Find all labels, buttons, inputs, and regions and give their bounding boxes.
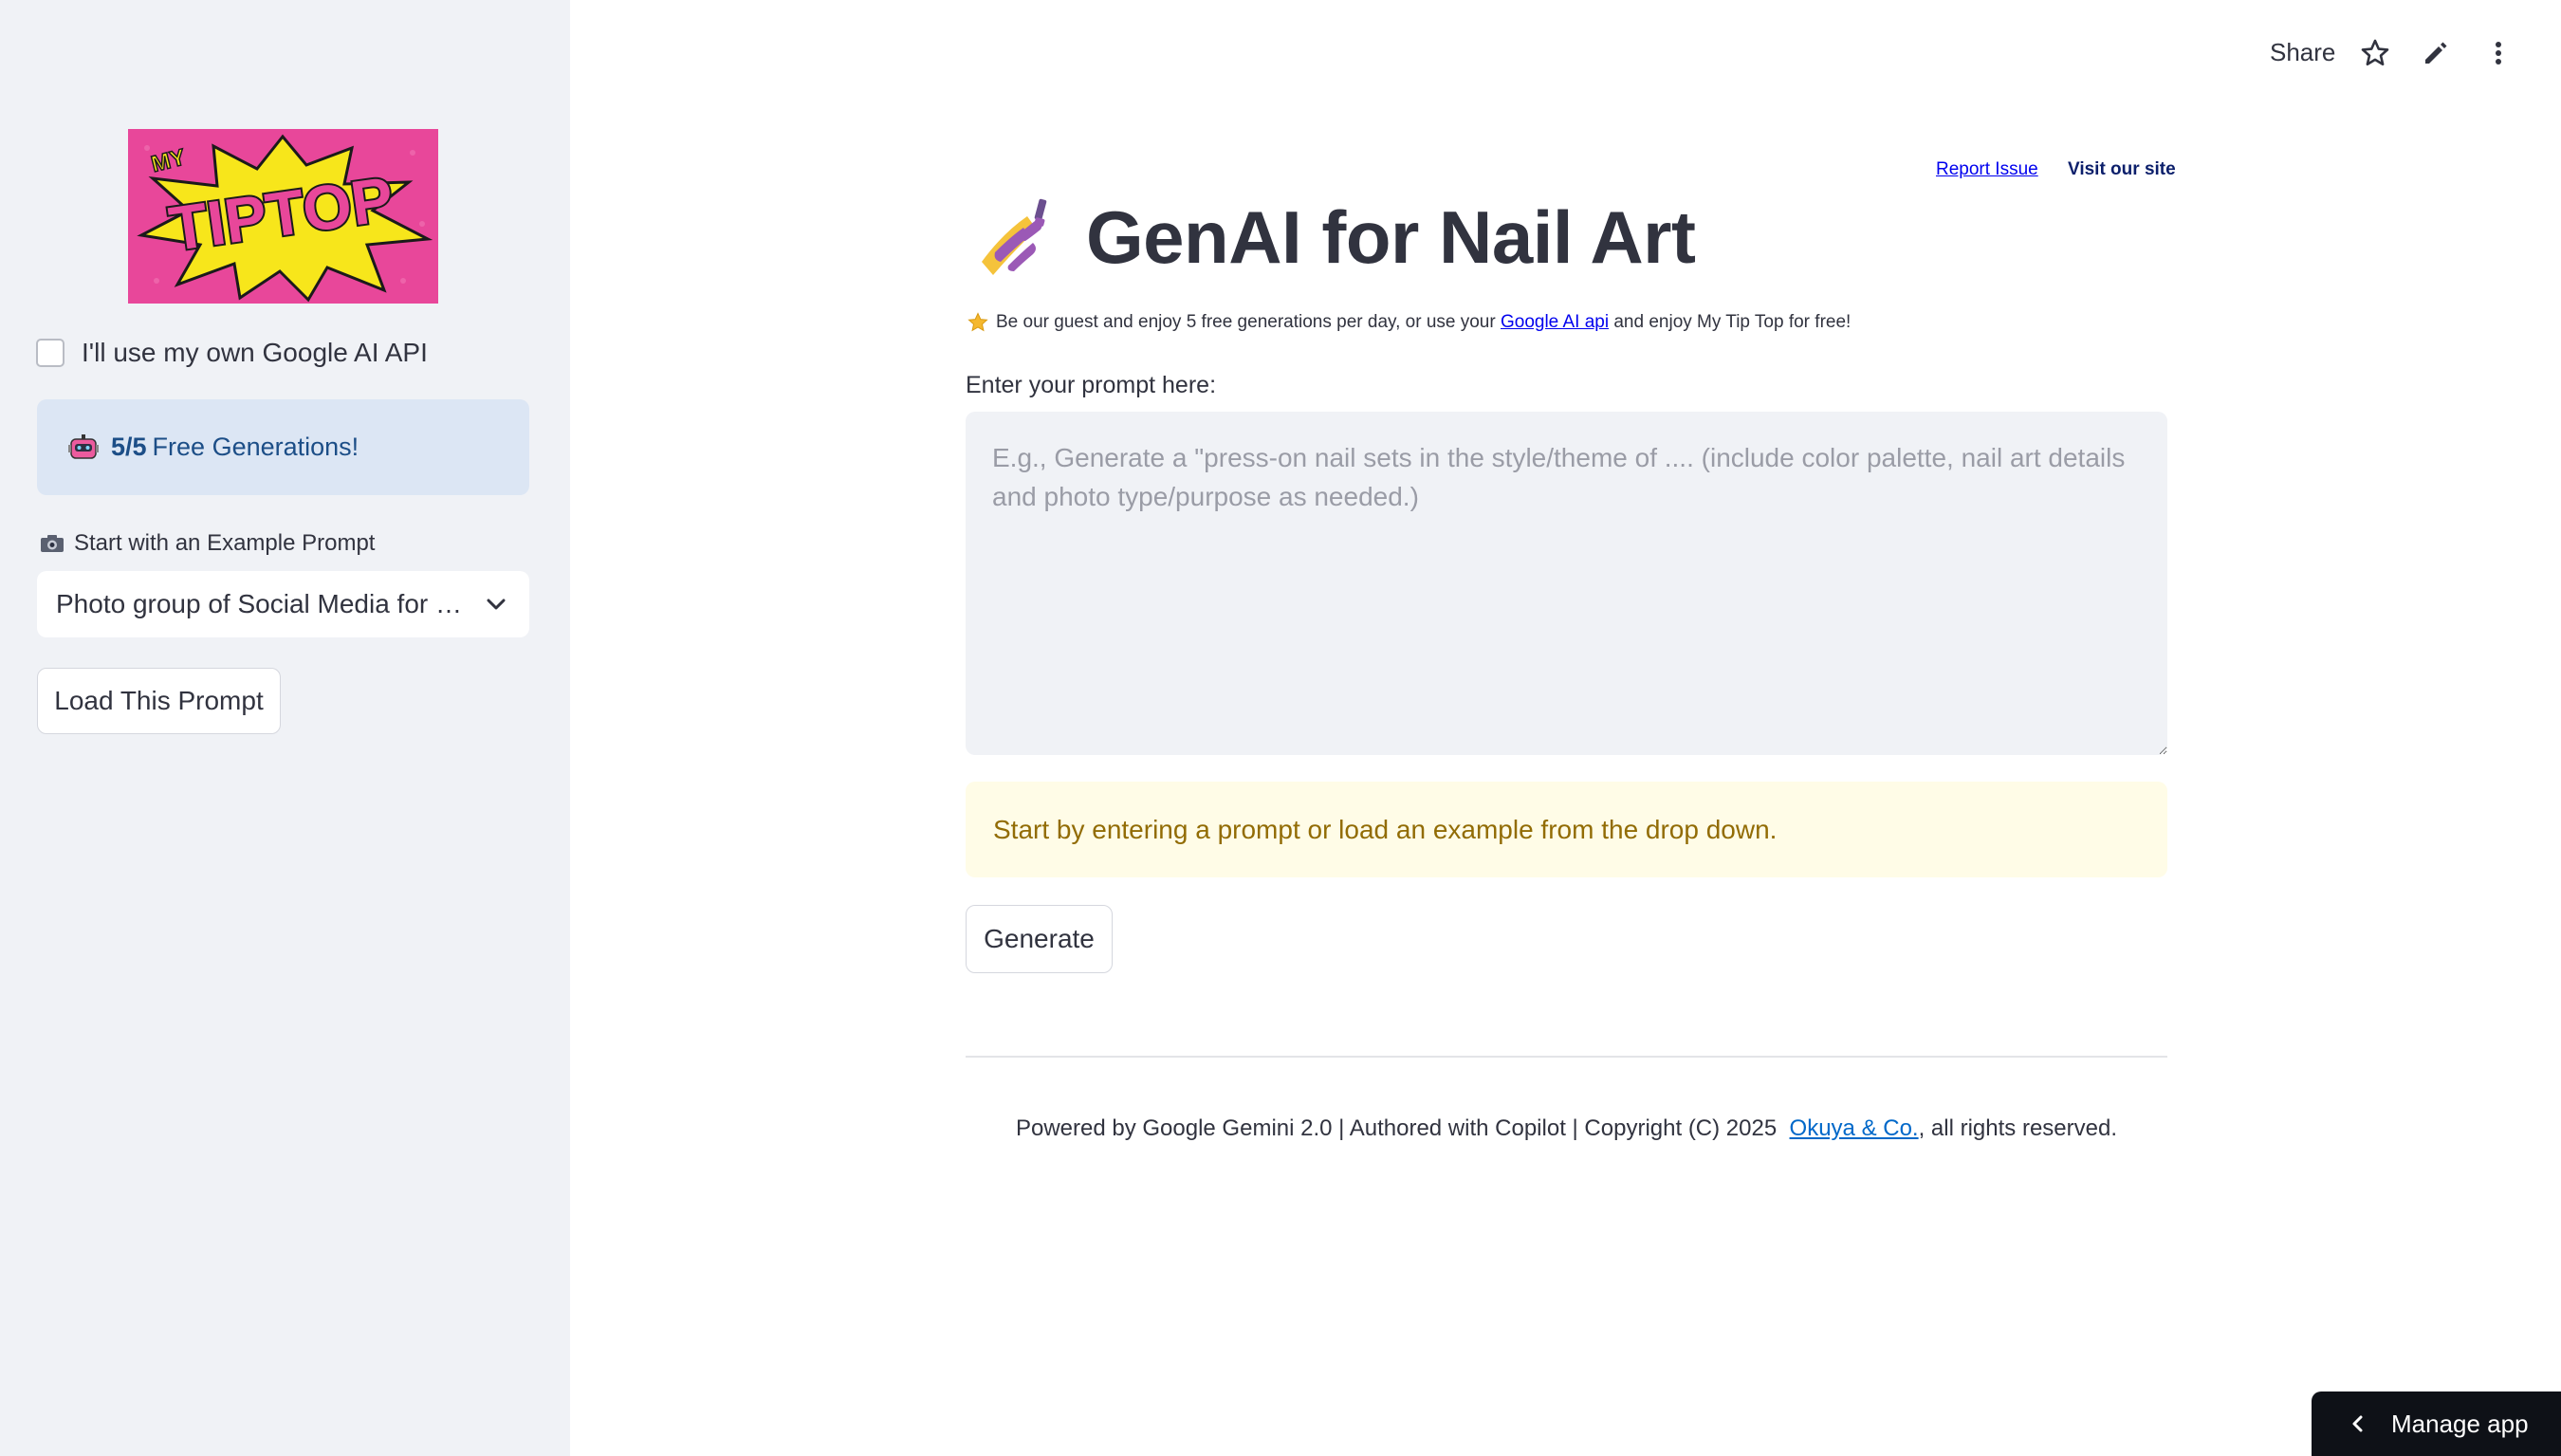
load-prompt-button[interactable]: Load This Prompt — [37, 668, 281, 734]
free-generations-alert: 5/5 Free Generations! — [37, 399, 529, 495]
example-prompt-selected-value: Photo group of Social Media for Press-on… — [56, 589, 470, 618]
more-vertical-icon[interactable] — [2483, 38, 2514, 68]
generate-button[interactable]: Generate — [966, 905, 1113, 973]
camera-icon — [41, 535, 64, 552]
example-prompt-select[interactable]: Photo group of Social Media for Press-on… — [37, 571, 529, 637]
pencil-icon[interactable] — [2421, 38, 2451, 68]
manage-app-label: Manage app — [2391, 1409, 2529, 1438]
manage-app-button[interactable]: Manage app — [2312, 1391, 2561, 1456]
free-usage-text-before: Be our guest and enjoy 5 free generation… — [996, 312, 1496, 332]
start-warning-text: Start by entering a prompt or load an ex… — [993, 814, 1778, 844]
page-title-row: GenAI for Nail Art — [974, 190, 1696, 285]
chevron-down-icon — [487, 599, 506, 610]
visit-site-link[interactable]: Visit our site — [2068, 159, 2176, 180]
prompt-textarea[interactable] — [966, 412, 2167, 755]
sidebar: MY TIPTOP I'll use my own Google AI API … — [0, 0, 570, 1456]
google-ai-api-link[interactable]: Google AI api — [1501, 312, 1609, 333]
free-generations-count: 5/5 — [111, 433, 147, 461]
footer: Powered by Google Gemini 2.0 | Authored … — [966, 1115, 2167, 1142]
chevron-left-icon — [2352, 1415, 2363, 1432]
start-warning-alert: Start by entering a prompt or load an ex… — [966, 782, 2167, 877]
share-button[interactable]: Share — [2270, 38, 2335, 67]
robot-icon — [68, 433, 99, 459]
nail-polish-icon — [982, 198, 1047, 275]
free-usage-info: Be our guest and enjoy 5 free generation… — [967, 309, 1851, 336]
example-prompt-label-row: Start with an Example Prompt — [40, 528, 375, 559]
tiptop-logo-art: MY TIPTOP — [128, 129, 438, 304]
own-api-checkbox-label: I'll use my own Google AI API — [82, 338, 428, 367]
star-icon[interactable] — [2360, 38, 2390, 68]
free-generations-text: Free Generations! — [152, 433, 359, 461]
footer-divider — [966, 1056, 2167, 1058]
prompt-label: Enter your prompt here: — [966, 372, 1217, 398]
own-api-checkbox[interactable] — [36, 339, 64, 367]
footer-text-after: , all rights reserved. — [1918, 1115, 2118, 1141]
star-icon — [967, 312, 988, 332]
okuya-link[interactable]: Okuya & Co. — [1790, 1115, 1919, 1141]
own-api-checkbox-row[interactable]: I'll use my own Google AI API — [36, 334, 428, 372]
example-prompt-label: Start with an Example Prompt — [74, 530, 376, 556]
tiptop-logo: MY TIPTOP — [128, 129, 438, 304]
free-usage-text-after: and enjoy My Tip Top for free! — [1613, 312, 1852, 332]
page-title: GenAI for Nail Art — [1086, 194, 1696, 279]
footer-text-before: Powered by Google Gemini 2.0 | Authored … — [1015, 1115, 1778, 1141]
report-issue-link[interactable]: Report Issue — [1936, 159, 2038, 180]
